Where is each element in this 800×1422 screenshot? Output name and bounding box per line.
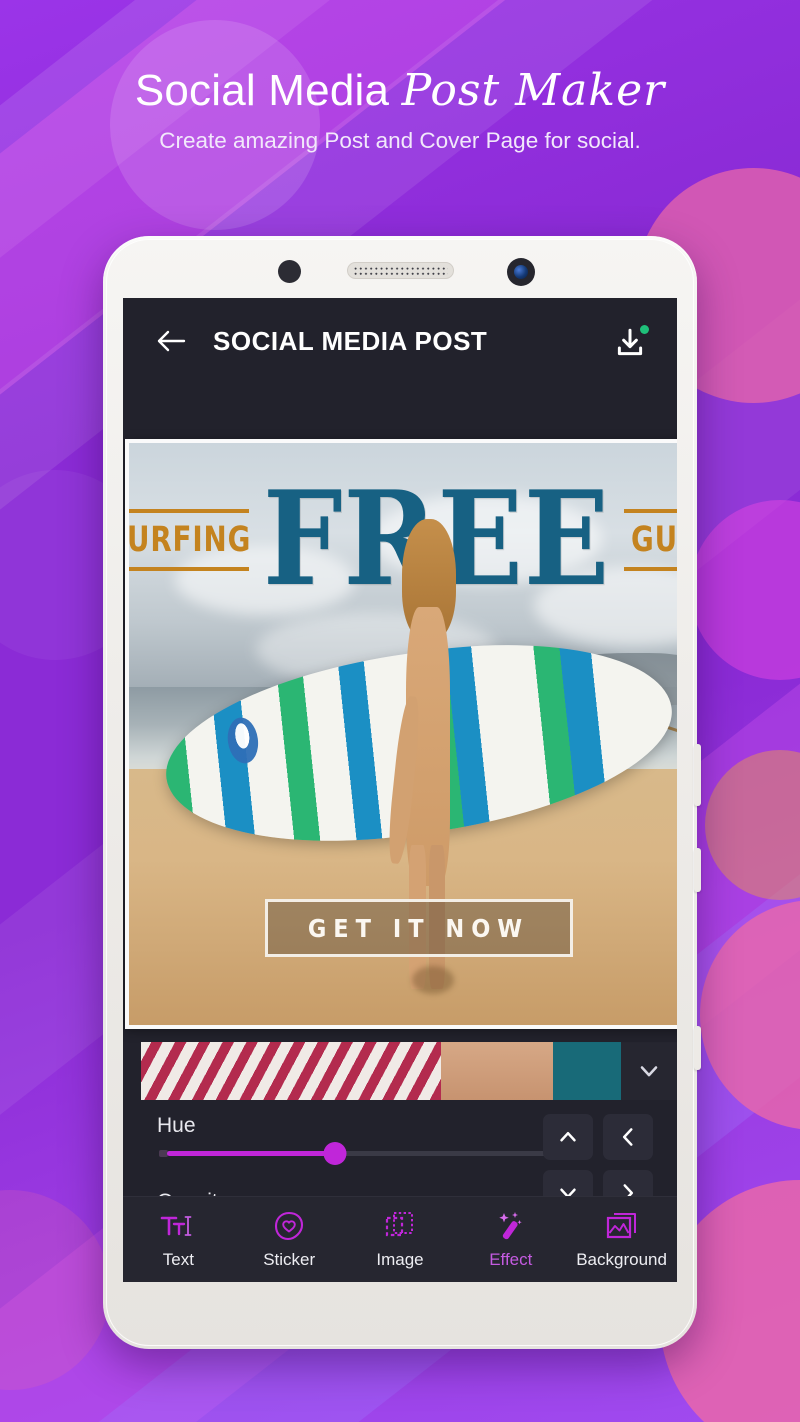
app-header-bar: SOCIAL MEDIA POST <box>123 298 677 384</box>
phone-volume-button[interactable] <box>694 744 701 806</box>
poster-right-label: GUIDE <box>624 509 677 571</box>
tool-image-label: Image <box>376 1250 424 1269</box>
back-button[interactable] <box>151 321 191 361</box>
slider-hue-thumb[interactable] <box>323 1142 347 1165</box>
surfboard-logo-icon <box>224 714 261 765</box>
poster-left-label: SURFING <box>126 509 252 571</box>
poster-cta-label: GET IT NOW <box>307 913 530 943</box>
promo-title-regular: Social Media <box>134 66 402 115</box>
slider-hue: Hue <box>157 1114 569 1165</box>
move-left-button[interactable] <box>603 1114 653 1160</box>
thumbnail-item[interactable] <box>441 1042 553 1100</box>
chevron-left-icon <box>622 1128 633 1146</box>
rule-bottom <box>624 567 677 571</box>
text-tool-icon <box>160 1209 196 1243</box>
slider-hue-label: Hue <box>157 1114 196 1137</box>
phone-power-button[interactable] <box>694 848 701 892</box>
promo-header: Social Media Post Maker Create amazing P… <box>0 65 800 154</box>
arrow-left-icon <box>157 330 186 352</box>
chevron-down-icon <box>640 1066 658 1077</box>
poster-canvas[interactable]: SURFING FREE GUIDE <box>125 439 677 1029</box>
poster-left-word: SURFING <box>126 520 252 560</box>
phone-side-button[interactable] <box>694 1026 701 1070</box>
poster-right-word: GUIDE <box>631 520 677 560</box>
tool-background[interactable]: Background <box>566 1209 677 1270</box>
download-button[interactable] <box>609 322 651 364</box>
layer-thumbnail-strip[interactable] <box>141 1042 677 1100</box>
tool-effect-label: Effect <box>489 1250 533 1269</box>
chevron-up-icon <box>560 1131 576 1142</box>
move-up-button[interactable] <box>543 1114 593 1160</box>
bottom-toolbar: Text Sticker Image Effect Background <box>123 1196 677 1282</box>
earpiece-speaker-icon <box>347 262 454 279</box>
background-photo-icon <box>605 1209 639 1243</box>
promo-title-script: Post Maker <box>401 65 666 116</box>
tool-image[interactable]: Image <box>345 1209 456 1270</box>
tool-sticker-label: Sticker <box>263 1250 316 1269</box>
magic-wand-icon <box>495 1209 527 1243</box>
poster-cta-button[interactable]: GET IT NOW <box>264 899 573 957</box>
promo-title: Social Media Post Maker <box>0 65 800 116</box>
proximity-sensor-icon <box>278 260 301 283</box>
slider-hue-track[interactable] <box>159 1142 567 1165</box>
tool-text-label: Text <box>162 1250 194 1269</box>
slider-hue-fill <box>167 1151 335 1156</box>
front-camera-icon <box>507 258 535 286</box>
phone-top-bezel <box>103 236 697 298</box>
tool-text[interactable]: Text <box>123 1209 234 1270</box>
tool-background-label: Background <box>576 1250 667 1269</box>
app-screen: SOCIAL MEDIA POST URFING GU GET IT NOW H… <box>123 298 677 1282</box>
promo-subtitle: Create amazing Post and Cover Page for s… <box>159 128 641 154</box>
thumbnail-item[interactable] <box>141 1042 441 1100</box>
phone-mockup: SOCIAL MEDIA POST URFING GU GET IT NOW H… <box>103 236 701 1349</box>
page-title: SOCIAL MEDIA POST <box>213 325 488 356</box>
sticker-heart-icon <box>273 1209 305 1243</box>
image-frames-icon <box>384 1209 416 1243</box>
tool-sticker[interactable]: Sticker <box>234 1209 345 1270</box>
collapse-panel-button[interactable] <box>621 1042 677 1100</box>
download-badge-dot <box>640 325 649 334</box>
tool-effect[interactable]: Effect <box>455 1209 566 1270</box>
rule-bottom <box>129 567 249 571</box>
